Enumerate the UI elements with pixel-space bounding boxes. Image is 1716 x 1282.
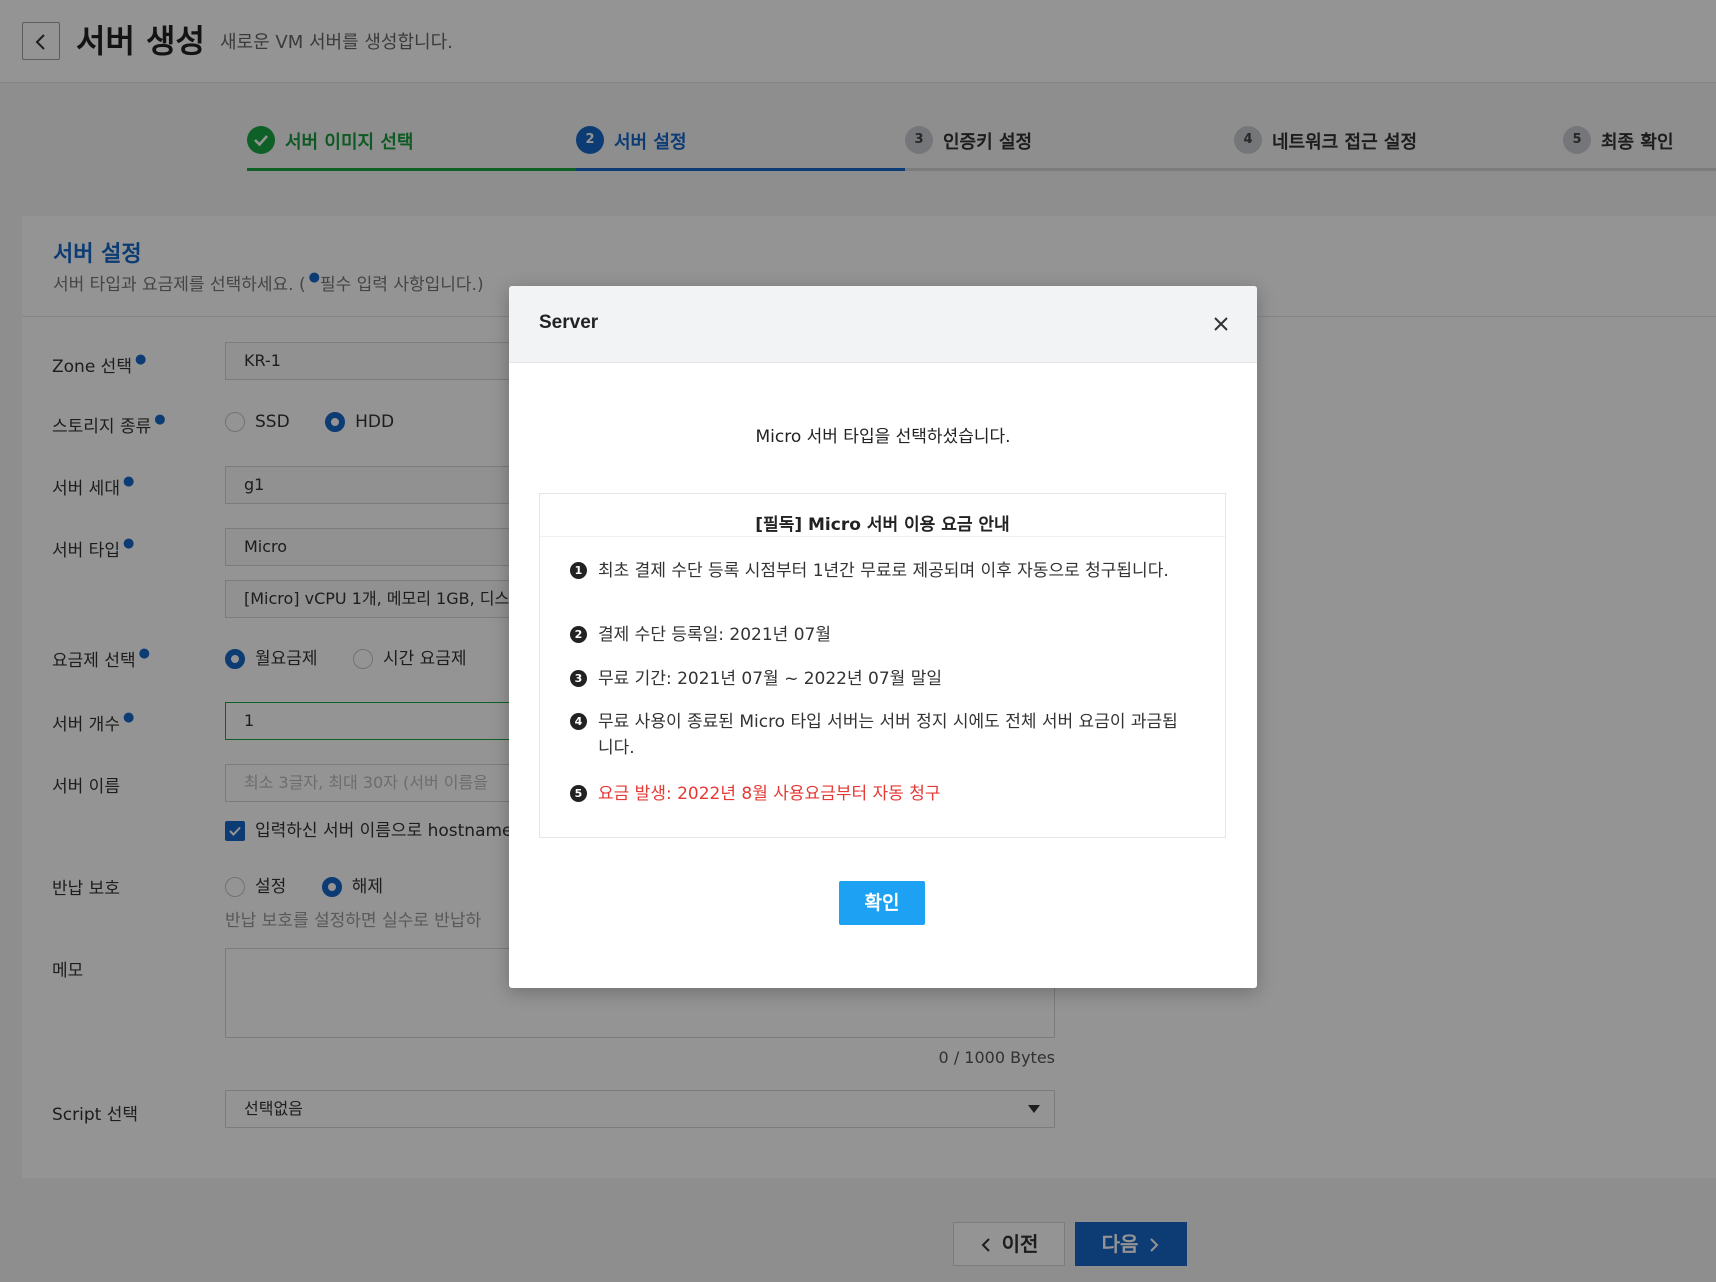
modal-title: Server bbox=[539, 312, 599, 333]
number-circle-icon: 1 bbox=[570, 562, 587, 579]
notice-item-text: 최초 결제 수단 등록 시점부터 1년간 무료로 제공되며 이후 자동으로 청구… bbox=[598, 561, 1169, 581]
confirm-button[interactable]: 확인 bbox=[839, 881, 925, 925]
number-circle-icon: 4 bbox=[570, 713, 587, 730]
notice-item-text: 무료 기간: 2021년 07월 ~ 2022년 07월 말일 bbox=[598, 669, 942, 689]
number-circle-icon: 2 bbox=[570, 626, 587, 643]
modal-header: Server bbox=[509, 286, 1257, 363]
notice-title: [필독] Micro 서버 이용 요금 안내 bbox=[755, 515, 1010, 535]
number-circle-icon: 3 bbox=[570, 670, 587, 687]
divider bbox=[540, 536, 1225, 537]
close-icon[interactable] bbox=[1211, 314, 1231, 334]
notice-item-text: 요금 발생: 2022년 8월 사용요금부터 자동 청구 bbox=[598, 784, 941, 804]
number-circle-icon: 5 bbox=[570, 785, 587, 802]
pricing-notice: [필독] Micro 서버 이용 요금 안내 1 최초 결제 수단 등록 시점부… bbox=[539, 493, 1226, 838]
server-type-modal: Server Micro 서버 타입을 선택하셨습니다. [필독] Micro … bbox=[509, 286, 1257, 988]
notice-item-text: 결제 수단 등록일: 2021년 07월 bbox=[598, 625, 831, 645]
notice-item-text: 무료 사용이 종료된 Micro 타입 서버는 서버 정지 시에도 전체 서버 … bbox=[598, 712, 1178, 758]
modal-message: Micro 서버 타입을 선택하셨습니다. bbox=[755, 427, 1011, 447]
